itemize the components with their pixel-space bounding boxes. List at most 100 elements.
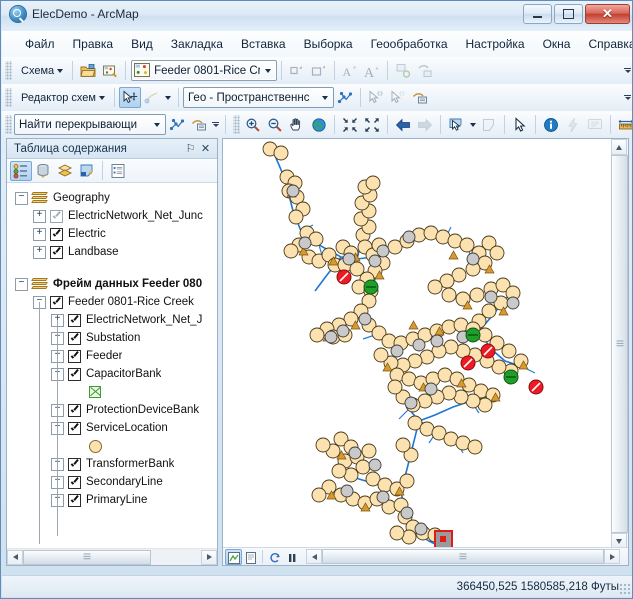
toc-node-landbase[interactable]: + Landbase — [7, 243, 217, 261]
sketch-tool[interactable] — [141, 87, 163, 108]
sketch-tool-dropdown[interactable] — [163, 87, 174, 108]
select-features-tool[interactable] — [445, 114, 467, 135]
scroll-left-button[interactable] — [7, 549, 23, 565]
select-feature-tool[interactable] — [365, 87, 387, 108]
menu-help[interactable]: Справка — [579, 34, 632, 54]
expander-collapse-icon[interactable]: − — [15, 277, 28, 291]
full-extent-tool[interactable] — [308, 114, 330, 135]
report-button[interactable] — [188, 114, 210, 135]
decrease-font-button[interactable]: A — [339, 60, 361, 81]
menu-edit[interactable]: Правка — [64, 34, 123, 54]
zoom-in-tool[interactable] — [242, 114, 264, 135]
menu-customize[interactable]: Настройка — [457, 34, 534, 54]
close-button[interactable]: ✕ — [585, 4, 630, 24]
layout-view-button[interactable] — [242, 549, 259, 565]
toc-close-icon[interactable]: ✕ — [198, 141, 213, 156]
minimize-button[interactable] — [523, 4, 552, 24]
diagram-properties-button[interactable] — [414, 60, 436, 81]
find-overlapping-arrow[interactable] — [149, 115, 165, 134]
layer-visibility-checkbox[interactable] — [50, 209, 63, 223]
zoom-to-diagram-button[interactable] — [308, 60, 330, 81]
select-by-polygon-button[interactable] — [478, 114, 500, 135]
go-back-extent-button[interactable] — [392, 114, 414, 135]
layer-visibility-checkbox[interactable] — [68, 475, 81, 489]
toolbar-overflow-button[interactable] — [210, 114, 221, 135]
open-diagram-button[interactable] — [77, 60, 99, 81]
expander-collapse-icon[interactable]: − — [15, 191, 28, 205]
measure-tool[interactable] — [615, 114, 632, 135]
toc-options-button[interactable] — [107, 161, 129, 181]
toolbar-grip[interactable] — [233, 115, 240, 134]
menu-bookmarks[interactable]: Закладка — [162, 34, 232, 54]
expander-expand-icon[interactable]: + — [33, 209, 46, 223]
fixed-zoom-in-button[interactable] — [339, 114, 361, 135]
menu-geoprocessing[interactable]: Геообработка — [362, 34, 457, 54]
layer-visibility-checkbox[interactable] — [68, 493, 81, 507]
pause-drawing-button[interactable] — [283, 549, 300, 565]
layer-visibility-checkbox[interactable] — [68, 349, 81, 363]
map-scroll-right-button[interactable] — [604, 549, 620, 564]
identify-tool[interactable] — [540, 114, 562, 135]
toc-scroll-thumb[interactable] — [23, 549, 151, 565]
resize-grip[interactable] — [619, 583, 631, 595]
toolbar-grip[interactable] — [5, 61, 12, 80]
diagram-combo[interactable]: Feeder 0801-Rice Cre — [131, 60, 278, 81]
apply-layout-button[interactable] — [334, 87, 356, 108]
expander-expand-icon[interactable]: + — [33, 245, 46, 259]
list-by-drawing-order-button[interactable] — [10, 160, 32, 181]
schematic-editor-menu-button[interactable]: Редактор схем — [14, 87, 110, 108]
toolbar-overflow-button[interactable] — [622, 60, 632, 81]
toc-scroll-track[interactable] — [151, 549, 201, 565]
network-analysis-button[interactable] — [166, 114, 188, 135]
data-view-button[interactable] — [225, 548, 242, 565]
menu-view[interactable]: Вид — [122, 34, 162, 54]
map-horizontal-scroll-thumb[interactable] — [322, 549, 604, 564]
layer-visibility-checkbox[interactable] — [68, 313, 81, 327]
list-by-selection-button[interactable] — [76, 161, 98, 181]
list-by-source-button[interactable] — [32, 161, 54, 181]
layer-visibility-checkbox[interactable] — [50, 295, 63, 309]
toolbar-overflow-button[interactable] — [622, 87, 632, 108]
refresh-view-button[interactable] — [266, 549, 283, 565]
toc-tree[interactable]: − Geography + ElectricNetwork_Net_Junc +… — [7, 184, 217, 544]
editor-properties-button[interactable] — [409, 87, 431, 108]
unselect-feature-tool[interactable] — [387, 87, 409, 108]
expander-expand-icon[interactable]: + — [33, 227, 46, 241]
refresh-diagram-button[interactable] — [392, 60, 414, 81]
list-by-visibility-button[interactable] — [54, 161, 76, 181]
layer-visibility-checkbox[interactable] — [68, 367, 81, 381]
map-scroll-thumb[interactable] — [611, 155, 628, 533]
map-scroll-left-button[interactable] — [306, 549, 322, 564]
map-vertical-scrollbar[interactable] — [611, 139, 628, 549]
toolbar-grip[interactable] — [5, 115, 12, 134]
pan-tool[interactable] — [286, 114, 308, 135]
move-tool[interactable] — [118, 87, 141, 108]
menu-insert[interactable]: Вставка — [232, 34, 295, 54]
diagram-combo-arrow[interactable] — [260, 61, 276, 80]
go-forward-extent-button[interactable] — [414, 114, 436, 135]
layer-visibility-checkbox[interactable] — [50, 227, 63, 241]
toc-horizontal-scrollbar[interactable] — [7, 548, 217, 565]
select-elements-tool[interactable] — [509, 114, 531, 135]
toc-node-feeder-dataframe[interactable]: − Фрейм данных Feeder 080 — [7, 275, 217, 293]
fixed-zoom-out-button[interactable] — [361, 114, 383, 135]
scroll-right-button[interactable] — [201, 549, 217, 565]
toc-node-geography[interactable]: − Geography — [7, 189, 217, 207]
save-diagram-button[interactable] — [99, 60, 121, 81]
html-popup-tool[interactable] — [584, 114, 606, 135]
toc-node-electric[interactable]: + Electric — [7, 225, 217, 243]
scroll-up-button[interactable] — [611, 139, 627, 155]
maximize-button[interactable] — [554, 4, 583, 24]
find-overlapping-combo[interactable]: Найти перекрывающи — [14, 114, 166, 135]
zoom-out-tool[interactable] — [264, 114, 286, 135]
menu-selection[interactable]: Выборка — [295, 34, 362, 54]
auto-hide-pin-icon[interactable]: ⚐ — [183, 141, 198, 156]
layer-visibility-checkbox[interactable] — [68, 403, 81, 417]
layout-combo[interactable]: Гео - Пространственнс — [182, 87, 334, 108]
menu-file[interactable]: Файл — [16, 34, 64, 54]
increase-font-button[interactable]: A — [361, 60, 383, 81]
layer-visibility-checkbox[interactable] — [50, 245, 63, 259]
toc-node-electricnetwork-junc[interactable]: + ElectricNetwork_Net_Junc — [7, 207, 217, 225]
schematic-menu-button[interactable]: Схема — [14, 60, 68, 81]
toolbar-grip[interactable] — [5, 88, 12, 107]
